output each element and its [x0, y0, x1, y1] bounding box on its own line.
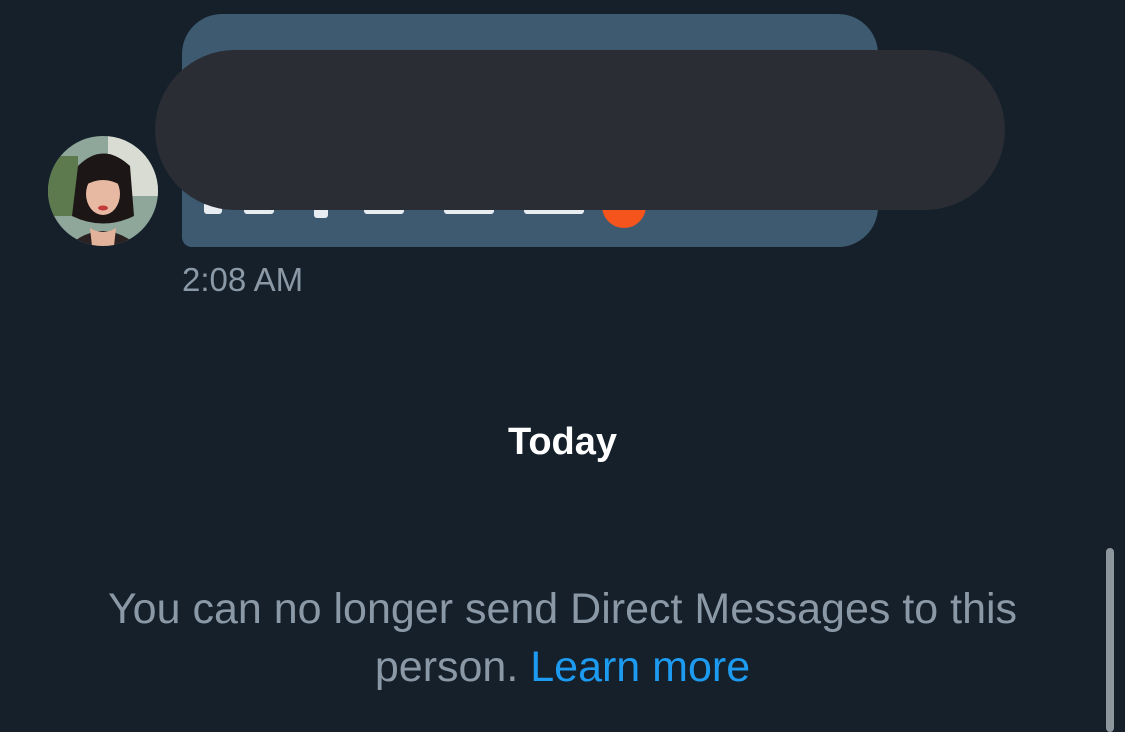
avatar-image [48, 136, 158, 246]
redaction-overlay [155, 50, 1005, 210]
message-timestamp: 2:08 AM [182, 261, 304, 298]
day-divider: Today [507, 421, 618, 463]
dm-conversation-screen: 2:08 AM Today You can no longer send Dir… [0, 0, 1125, 732]
sender-avatar[interactable] [48, 136, 158, 246]
scrollbar[interactable] [1106, 548, 1114, 732]
dm-restricted-notice: You can no longer send Direct Messages t… [40, 580, 1085, 696]
learn-more-link[interactable]: Learn more [530, 643, 750, 691]
